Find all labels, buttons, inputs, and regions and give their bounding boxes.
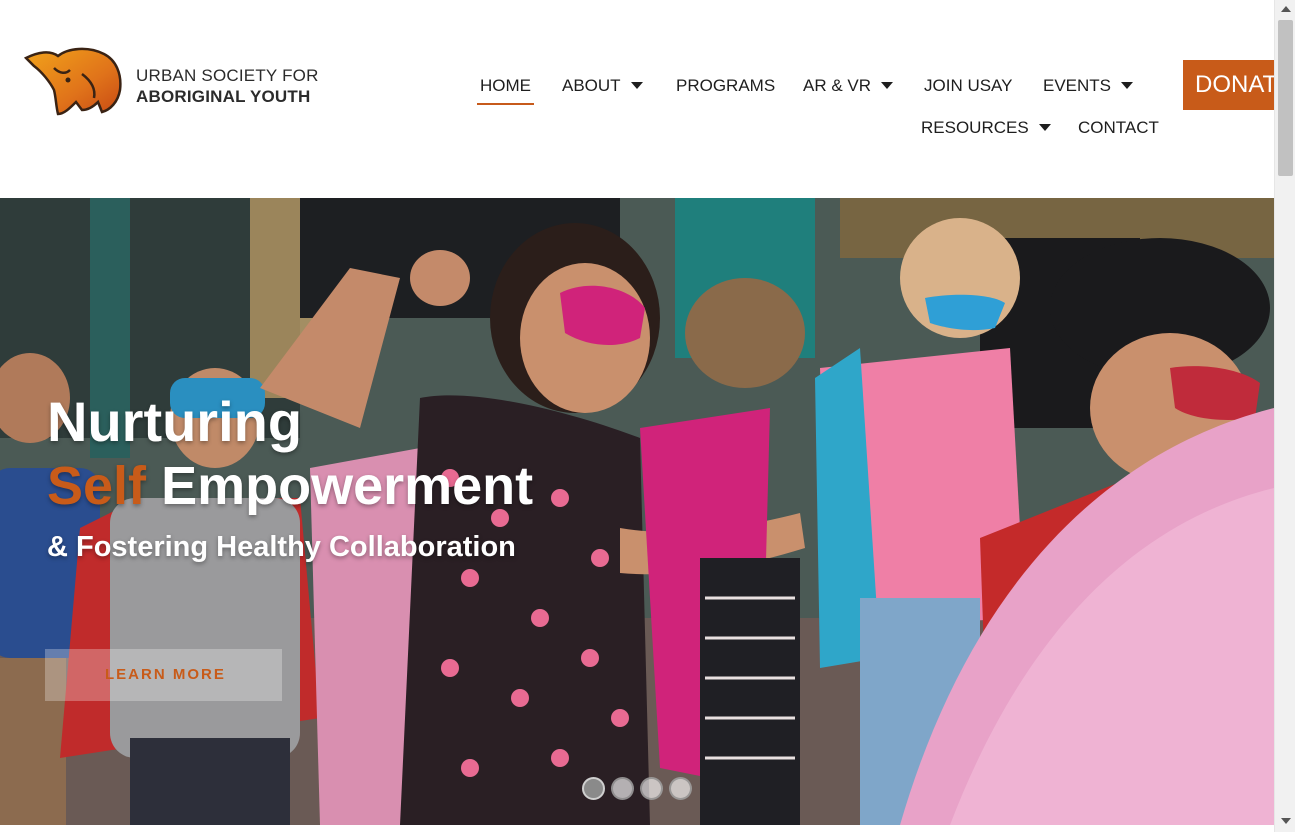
donate-button[interactable]: DONATE: [1183, 60, 1274, 110]
slider-dot-2[interactable]: [611, 777, 634, 800]
caret-down-icon: [1038, 124, 1051, 132]
logo-line1: URBAN SOCIETY FOR: [136, 66, 319, 85]
slider-dot-1[interactable]: [582, 777, 605, 800]
slider-dot-4[interactable]: [669, 777, 692, 800]
page-bottom-strip: [0, 825, 1274, 832]
nav-resources[interactable]: RESOURCES: [921, 116, 1051, 140]
site-logo[interactable]: URBAN SOCIETY FOR ABORIGINAL YOUTH: [24, 44, 344, 118]
hero-title-line1: Nurturing: [47, 390, 303, 453]
hero-title-rest: Empowerment: [161, 456, 534, 516]
nav-resources-label: RESOURCES: [921, 118, 1029, 137]
slider-dot-3[interactable]: [640, 777, 663, 800]
caret-down-icon: [881, 82, 894, 90]
scroll-up-arrow-icon[interactable]: [1281, 6, 1291, 12]
vertical-scrollbar[interactable]: [1274, 0, 1295, 832]
hero-subtitle: & Fostering Healthy Collaboration: [47, 531, 516, 563]
nav-programs[interactable]: PROGRAMS: [676, 74, 775, 98]
nav-about[interactable]: ABOUT: [562, 74, 643, 98]
logo-line2: ABORIGINAL YOUTH: [136, 87, 311, 106]
nav-home[interactable]: HOME: [477, 74, 534, 105]
nav-ar-vr-label: AR & VR: [803, 76, 872, 95]
hero-title-accent: Self: [47, 456, 147, 516]
bison-icon: [24, 47, 122, 116]
nav-contact[interactable]: CONTACT: [1078, 116, 1159, 140]
nav-ar-vr[interactable]: AR & VR: [803, 74, 894, 98]
scrollbar-thumb[interactable]: [1278, 20, 1293, 176]
nav-events-label: EVENTS: [1043, 76, 1112, 95]
site-header: URBAN SOCIETY FOR ABORIGINAL YOUTH HOME …: [0, 0, 1274, 198]
nav-events[interactable]: EVENTS: [1043, 74, 1134, 98]
logo-text: URBAN SOCIETY FOR ABORIGINAL YOUTH: [136, 66, 319, 107]
nav-join-usay[interactable]: JOIN USAY: [924, 74, 1012, 98]
scroll-down-arrow-icon[interactable]: [1281, 818, 1291, 824]
hero-title-line2: Self Empowerment: [47, 456, 533, 516]
nav-about-label: ABOUT: [562, 76, 621, 95]
caret-down-icon: [1121, 82, 1134, 90]
learn-more-button[interactable]: LEARN MORE: [45, 649, 282, 701]
caret-down-icon: [630, 82, 643, 90]
hero-slider: Nurturing Self Empowerment & Fostering H…: [0, 198, 1274, 825]
